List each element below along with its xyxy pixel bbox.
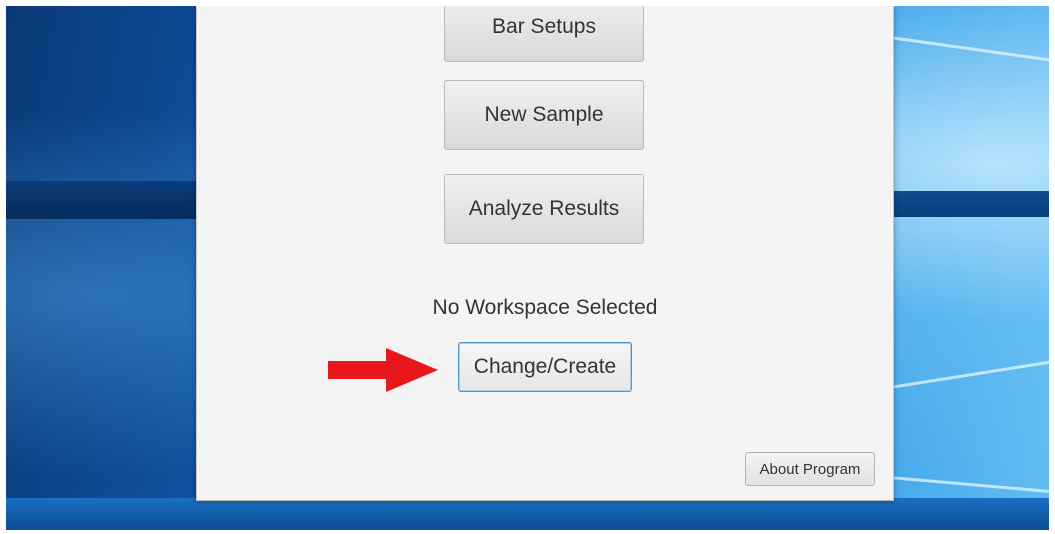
change-create-button[interactable]: Change/Create (458, 342, 632, 392)
analyze-results-button[interactable]: Analyze Results (444, 174, 644, 244)
change-create-label: Change/Create (473, 355, 617, 378)
new-sample-button[interactable]: New Sample (444, 80, 644, 150)
desktop-dark-band-right (890, 191, 1049, 217)
app-window: Bar Setups New Sample Analyze Results No… (196, 6, 894, 501)
analyze-results-label: Analyze Results (468, 197, 620, 220)
bar-setups-button[interactable]: Bar Setups (444, 6, 644, 62)
red-arrow-icon (328, 348, 438, 392)
red-arrow-shape (328, 348, 438, 392)
desktop-dark-band-left (6, 181, 196, 219)
desktop-background: Bar Setups New Sample Analyze Results No… (6, 6, 1049, 530)
desktop-bottom-strip (6, 498, 1049, 530)
workspace-status-text: No Workspace Selected (432, 296, 658, 319)
new-sample-label: New Sample (484, 103, 604, 126)
about-program-button[interactable]: About Program (745, 452, 875, 486)
bar-setups-label: Bar Setups (492, 15, 596, 38)
about-program-label: About Program (759, 460, 861, 478)
